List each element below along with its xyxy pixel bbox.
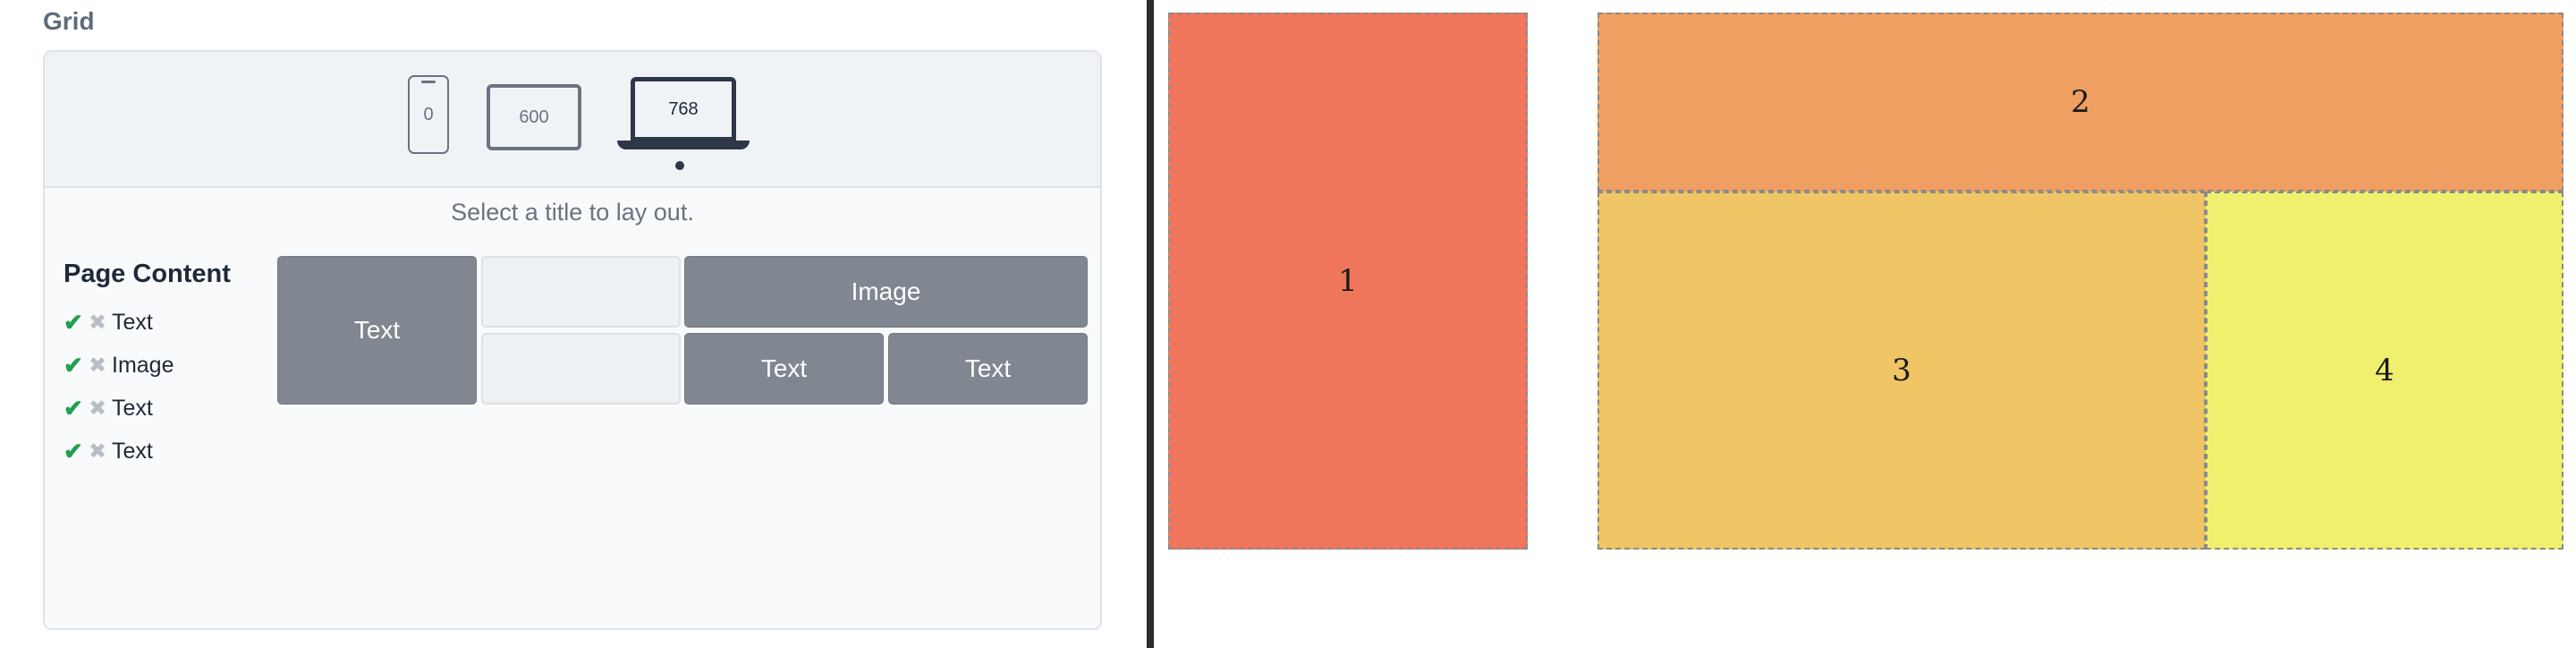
list-item: ✔ ✖ Text [64, 430, 174, 473]
list-item: ✔ ✖ Text [64, 301, 174, 344]
preview-block-2: 2 [1597, 13, 2563, 192]
block-label: 4 [2375, 353, 2394, 388]
section-title: Grid [43, 7, 95, 35]
breakpoint-label: 600 [519, 107, 549, 127]
grid-cell-text[interactable]: Text [684, 333, 884, 405]
close-icon[interactable]: ✖ [89, 396, 112, 422]
grid-cell-image[interactable]: Image [684, 256, 1088, 328]
list-item-label[interactable]: Image [112, 353, 174, 379]
breakpoint-label: 768 [668, 98, 699, 119]
breakpoint-label: 0 [423, 104, 434, 124]
page-content-title: Page Content [64, 260, 231, 288]
preview-block-4: 4 [2206, 192, 2563, 550]
grid-editor-pane: Grid 0 600 768 Select a title to lay out… [0, 0, 1147, 648]
close-icon[interactable]: ✖ [89, 353, 112, 379]
list-item-label[interactable]: Text [112, 439, 153, 465]
list-item-label[interactable]: Text [112, 396, 153, 422]
block-label: 1 [1338, 263, 1358, 299]
laptop-icon-base [617, 141, 750, 149]
layout-hint: Select a title to lay out. [451, 199, 694, 226]
block-label: 3 [1892, 353, 1911, 388]
layout-preview-pane: 1 2 3 4 [1154, 0, 2576, 648]
grid-panel: 0 600 768 Select a title to lay out. Pag… [43, 50, 1102, 630]
grid-cell-empty[interactable] [481, 256, 681, 328]
layout-grid: Text Image Text Text [277, 256, 1088, 405]
tablet-breakpoint-button[interactable]: 600 [487, 84, 581, 150]
grid-cell-text[interactable]: Text [277, 256, 477, 405]
laptop-breakpoint-button[interactable]: 768 [631, 77, 736, 141]
preview-block-1: 1 [1168, 13, 1528, 550]
check-icon[interactable]: ✔ [64, 395, 89, 422]
grid-cell-text[interactable]: Text [888, 333, 1088, 405]
close-icon[interactable]: ✖ [89, 310, 112, 336]
pane-divider[interactable] [1147, 0, 1154, 648]
breakpoint-bar: 0 600 768 [45, 52, 1100, 188]
check-icon[interactable]: ✔ [64, 438, 89, 465]
list-item: ✔ ✖ Text [64, 387, 174, 430]
active-breakpoint-indicator [675, 161, 684, 170]
list-item: ✔ ✖ Image [64, 344, 174, 387]
block-label: 2 [2071, 84, 2090, 120]
check-icon[interactable]: ✔ [64, 309, 89, 337]
preview-block-3: 3 [1597, 192, 2206, 550]
phone-breakpoint-button[interactable]: 0 [408, 75, 449, 154]
close-icon[interactable]: ✖ [89, 439, 112, 465]
list-item-label[interactable]: Text [112, 310, 153, 336]
check-icon[interactable]: ✔ [64, 352, 89, 379]
page-content-list: ✔ ✖ Text ✔ ✖ Image ✔ ✖ Text ✔ ✖ Text [64, 301, 174, 473]
grid-cell-empty[interactable] [481, 333, 681, 405]
